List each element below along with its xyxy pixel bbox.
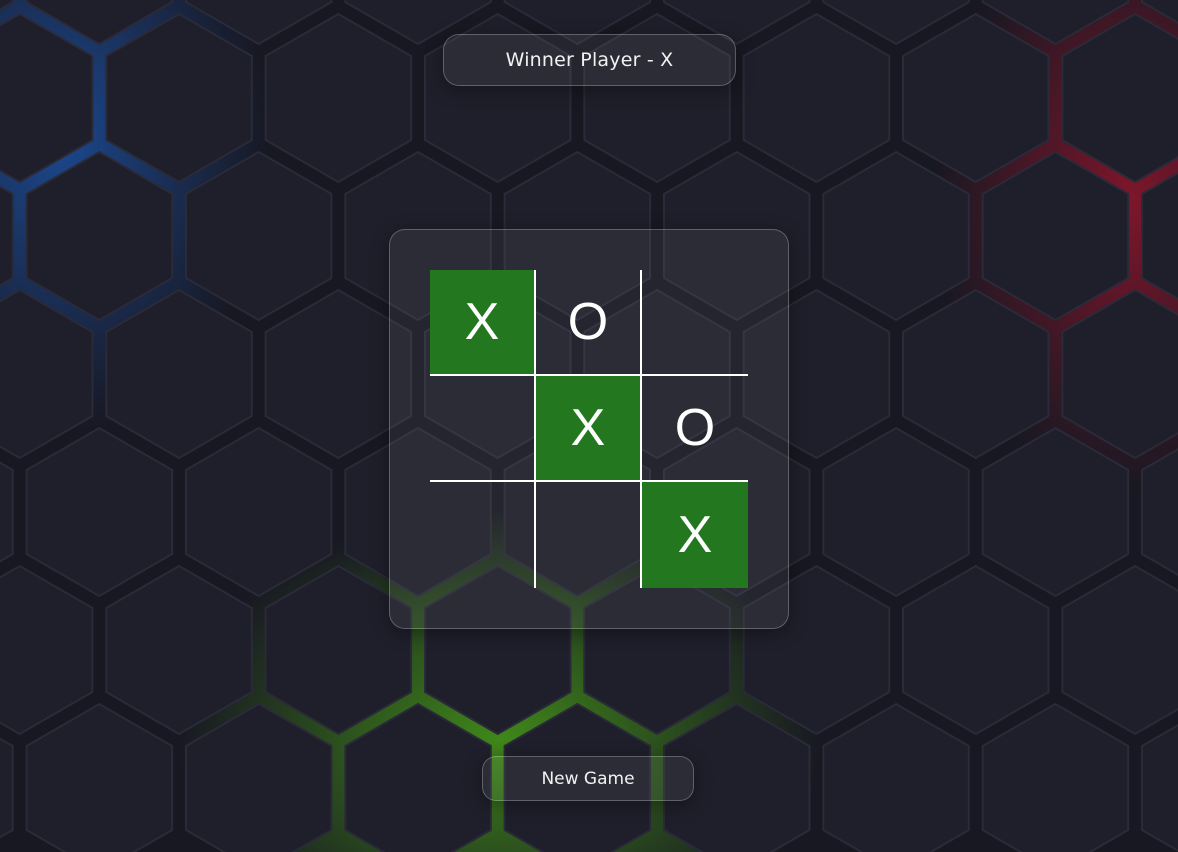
hexagon-tile (25, 702, 174, 852)
hexagon-tile (981, 702, 1130, 852)
hexagon-tile (1141, 448, 1178, 576)
hexagon-tile (105, 564, 253, 736)
hexagon-tile (0, 288, 94, 460)
hexagon-tile (1061, 12, 1178, 184)
hexagon-tile (1061, 564, 1178, 736)
game-status-banner: Winner Player - X (443, 34, 736, 86)
hexagon-tile (981, 150, 1130, 322)
board-cell[interactable] (642, 270, 748, 376)
game-screen: Winner Player - X X O X O X New Game (0, 0, 1178, 852)
hexagon-tile (0, 564, 94, 736)
board-cell[interactable] (536, 482, 642, 588)
hexagon-tile (25, 150, 174, 322)
hexagon-tile (105, 12, 253, 184)
hexagon-tile (822, 150, 970, 322)
new-game-button[interactable]: New Game (482, 756, 694, 801)
hexagon-tile (185, 426, 333, 598)
hexagon-tile (264, 12, 413, 184)
board-cell[interactable]: O (642, 376, 748, 482)
hexagon-tile (185, 150, 333, 322)
hexagon-tile (902, 564, 1050, 736)
board-cell[interactable]: X (430, 270, 536, 376)
hexagon-tile (185, 702, 333, 852)
hexagon-tile (902, 12, 1050, 184)
board-cell[interactable]: X (642, 482, 748, 588)
board-cell[interactable]: O (536, 270, 642, 376)
board-cell[interactable]: X (536, 376, 642, 482)
hexagon-tile (105, 288, 253, 460)
hexagon-tile (344, 702, 492, 852)
hexagon-tile (0, 12, 94, 184)
board-cell[interactable] (430, 376, 536, 482)
hexagon-tile (25, 426, 174, 598)
hexagon-tile (822, 426, 970, 598)
winner-status-text: Winner Player - X (505, 49, 674, 71)
hexagon-tile (1141, 172, 1178, 300)
board-cell[interactable] (430, 482, 536, 588)
hexagon-tile (981, 426, 1130, 598)
hexagon-tile (1061, 288, 1178, 460)
tic-tac-toe-board: X O X O X (430, 270, 748, 588)
hexagon-tile (822, 702, 970, 852)
hexagon-tile (742, 12, 891, 184)
hexagon-tile (902, 288, 1050, 460)
